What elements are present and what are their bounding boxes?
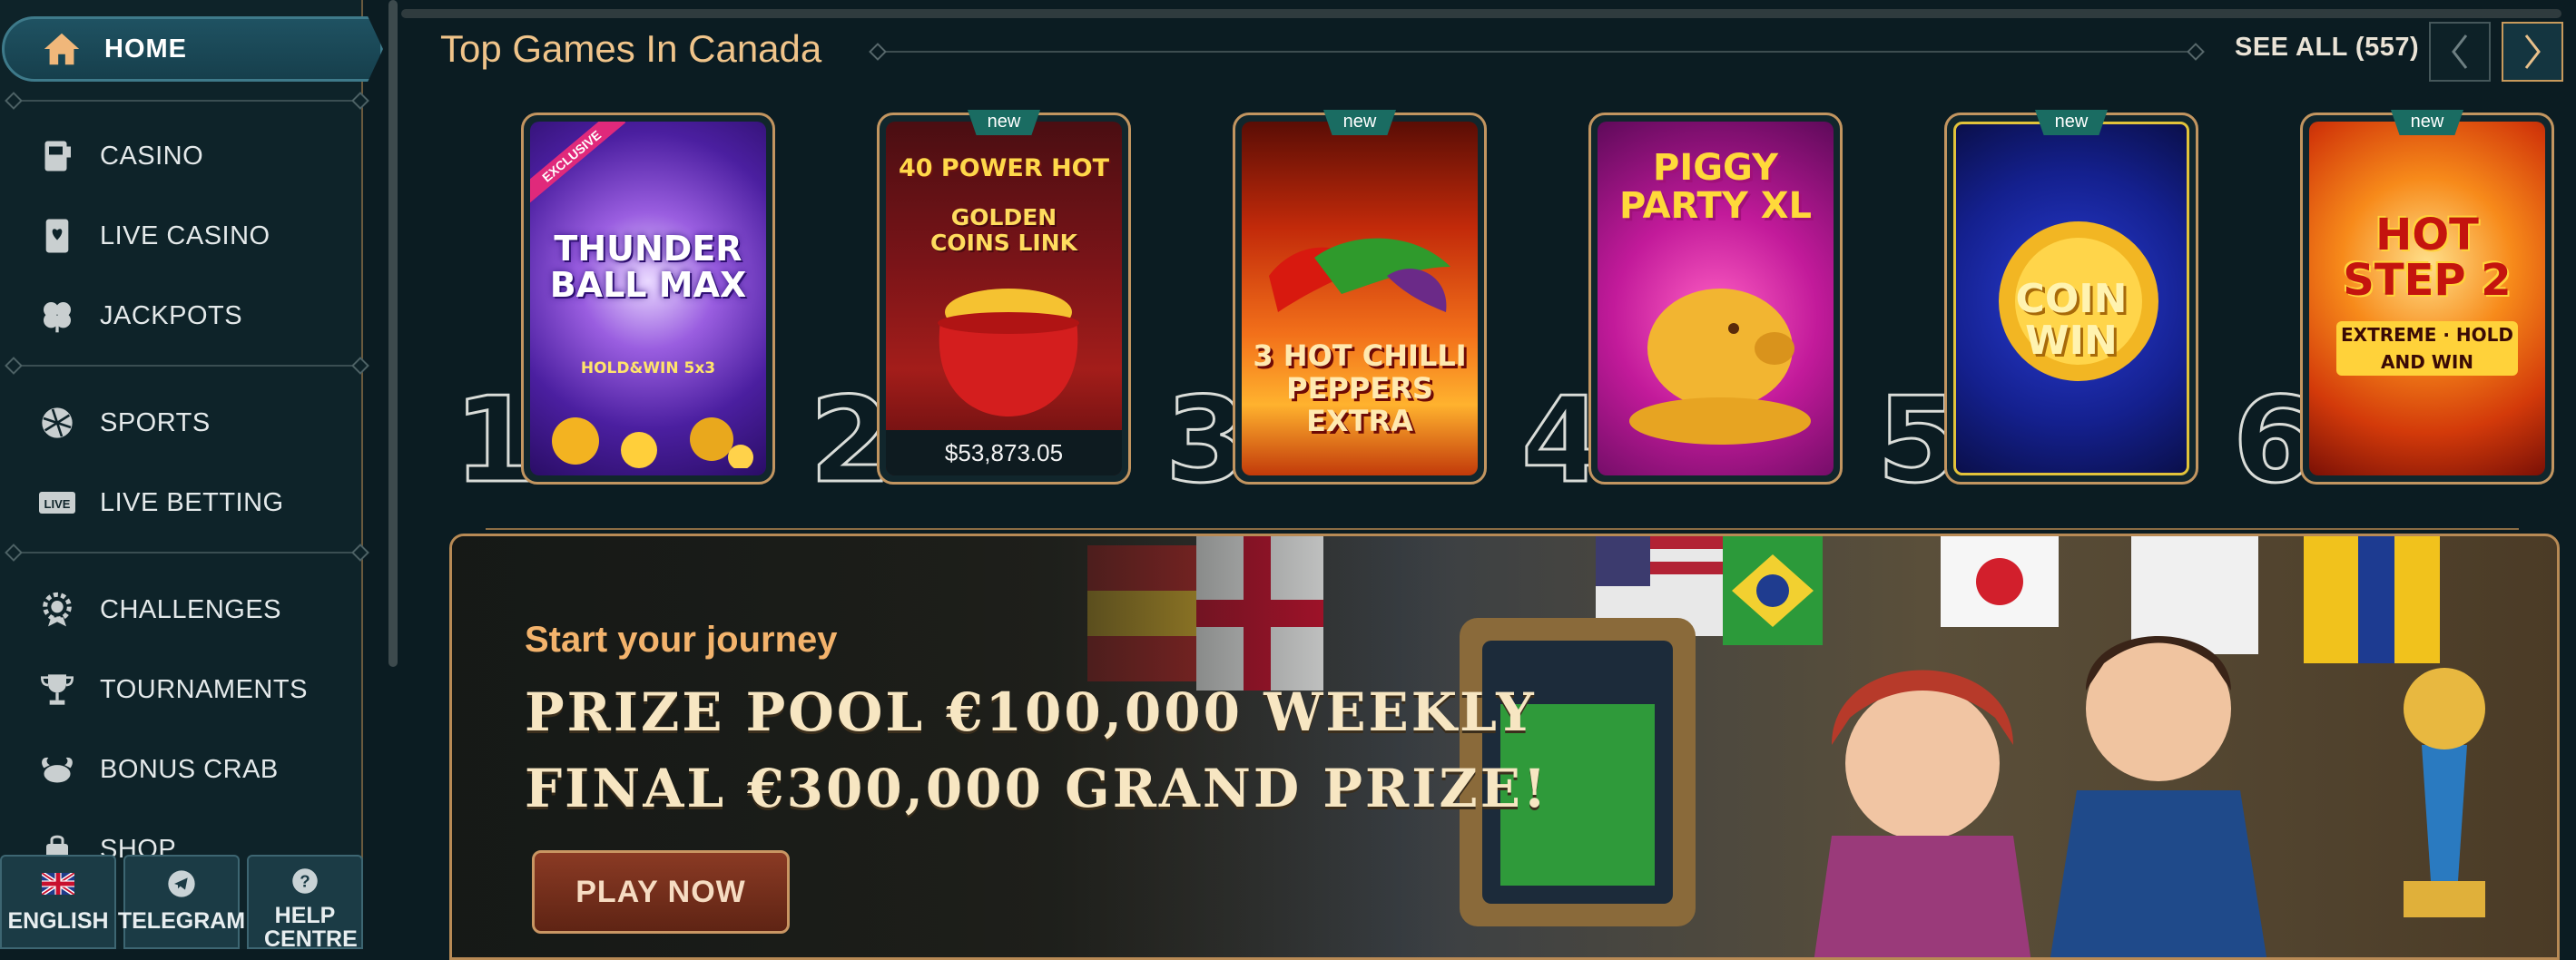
sidebar-item-bonus-crab[interactable]: BONUS CRAB (36, 742, 279, 797)
gear-badge-icon (36, 589, 78, 631)
sidebar-item-label: JACKPOTS (100, 300, 243, 330)
sidebar: HOME CASINO LIVE CASINO JACKPOTS SPORTS … (0, 0, 383, 949)
game-subtitle: HOLD&WIN 5x3 (580, 359, 716, 377)
game-title: PIGGY PARTY XL (1618, 147, 1813, 227)
sidebar-item-live-betting[interactable]: LIVE LIVE BETTING (36, 475, 284, 530)
game-title: 3 HOT CHILLI PEPPERS EXTRA (1253, 338, 1467, 438)
banner-headline-2: FINAL €300,000 GRAND PRIZE! (525, 758, 1549, 819)
sidebar-item-label: TOURNAMENTS (100, 674, 308, 704)
game-card-3-hot-chilli-peppers[interactable]: new 3 HOT CHILLI PEPPERS EXTRA (1233, 110, 1487, 485)
svg-text:?: ? (300, 871, 310, 890)
help-centre-button[interactable]: ? HELP CENTRE (247, 855, 363, 952)
sidebar-item-sports[interactable]: SPORTS (36, 396, 211, 450)
game-title: THUNDER BALL MAX (549, 229, 747, 305)
language-label: ENGLISH (7, 908, 109, 934)
game-card-piggy-party-xl[interactable]: PIGGY PARTY XL (1588, 113, 1843, 485)
title-divider (879, 51, 2195, 53)
live-icon: LIVE (36, 482, 78, 524)
sidebar-item-label: LIVE BETTING (100, 487, 284, 517)
sidebar-item-label: CASINO (100, 141, 204, 171)
sidebar-item-casino[interactable]: CASINO (36, 129, 203, 183)
exclusive-badge: EXCLUSIVE (530, 122, 626, 204)
game-subtitle: GOLDEN COINS LINK (929, 204, 1078, 256)
chevron-right-icon (2524, 34, 2541, 69)
divider (9, 365, 365, 367)
new-badge: new (1323, 110, 1396, 135)
sidebar-item-live-casino[interactable]: LIVE CASINO (36, 209, 270, 263)
chevron-left-icon (2452, 34, 2468, 69)
sidebar-item-label: SPORTS (100, 407, 211, 437)
sidebar-item-label: CHALLENGES (100, 594, 282, 624)
game-card-hot-step-2[interactable]: new HOT STEP 2 EXTREME · HOLD AND WIN (2300, 110, 2554, 485)
telegram-icon (165, 867, 198, 900)
sidebar-item-challenges[interactable]: CHALLENGES (36, 583, 281, 637)
language-button[interactable]: ENGLISH (0, 855, 116, 949)
sidebar-item-home[interactable]: HOME (2, 16, 383, 82)
slot-machine-icon (36, 135, 78, 177)
game-title: COIN WIN (2015, 276, 2128, 364)
sidebar-item-tournaments[interactable]: TOURNAMENTS (36, 662, 308, 717)
promo-banner[interactable]: Start your journey PRIZE POOL €100,000 W… (449, 534, 2560, 960)
sidebar-scrollbar[interactable] (388, 0, 398, 667)
golden-pig-image (1629, 289, 1811, 445)
banner-headline-1: PRIZE POOL €100,000 WEEKLY (525, 681, 1537, 743)
game-card-thunder-ball-max[interactable]: EXCLUSIVE THUNDER BALL MAX HOLD&WIN 5x3 (521, 113, 775, 485)
section-title: Top Games In Canada (440, 27, 822, 70)
clover-icon (36, 295, 78, 337)
svg-text:LIVE: LIVE (44, 497, 71, 511)
home-icon (44, 33, 80, 65)
uk-flag-icon (42, 867, 74, 900)
pot-of-gold-image (938, 289, 1079, 416)
bottom-bar: ENGLISH TELEGRAM ? HELP CENTRE (0, 855, 408, 952)
gold-coins-image (552, 417, 753, 468)
trophy-icon (36, 669, 78, 710)
sidebar-item-label: HOME (104, 34, 187, 64)
horizontal-scrollbar[interactable] (401, 9, 2561, 18)
game-subtitle: EXTREME · HOLD AND WIN (2336, 321, 2518, 376)
help-centre-label: HELP CENTRE (264, 903, 358, 952)
banner-top-divider (486, 528, 2519, 530)
help-icon: ? (289, 867, 321, 895)
game-card-coin-win[interactable]: new COIN WIN (1944, 110, 2198, 485)
new-badge: new (968, 110, 1040, 135)
banner-subtitle: Start your journey (525, 620, 838, 660)
sidebar-item-label: BONUS CRAB (100, 754, 279, 784)
divider (9, 100, 365, 102)
telegram-button[interactable]: TELEGRAM (118, 855, 245, 949)
carousel-prev-button[interactable] (2429, 22, 2491, 82)
telegram-label: TELEGRAM (117, 908, 246, 934)
ball-icon (36, 402, 78, 444)
new-badge: new (2391, 110, 2463, 135)
game-title: 40 POWER HOT (898, 154, 1110, 182)
see-all-link[interactable]: SEE ALL (557) (2235, 33, 2419, 63)
sidebar-item-jackpots[interactable]: JACKPOTS (36, 289, 242, 343)
carousel-next-button[interactable] (2502, 22, 2563, 82)
sidebar-item-label: LIVE CASINO (100, 220, 270, 250)
crab-icon (36, 749, 78, 790)
game-title: HOT STEP 2 (2343, 210, 2512, 306)
chili-peppers-image (1269, 238, 1450, 312)
card-icon (36, 215, 78, 257)
play-now-button[interactable]: PLAY NOW (532, 850, 790, 934)
new-badge: new (2035, 110, 2108, 135)
game-card-40-power-hot[interactable]: new 40 POWER HOT GOLDEN COINS LINK $53,8… (877, 110, 1131, 485)
jackpot-amount: $53,873.05 (886, 430, 1122, 475)
divider (9, 552, 365, 553)
